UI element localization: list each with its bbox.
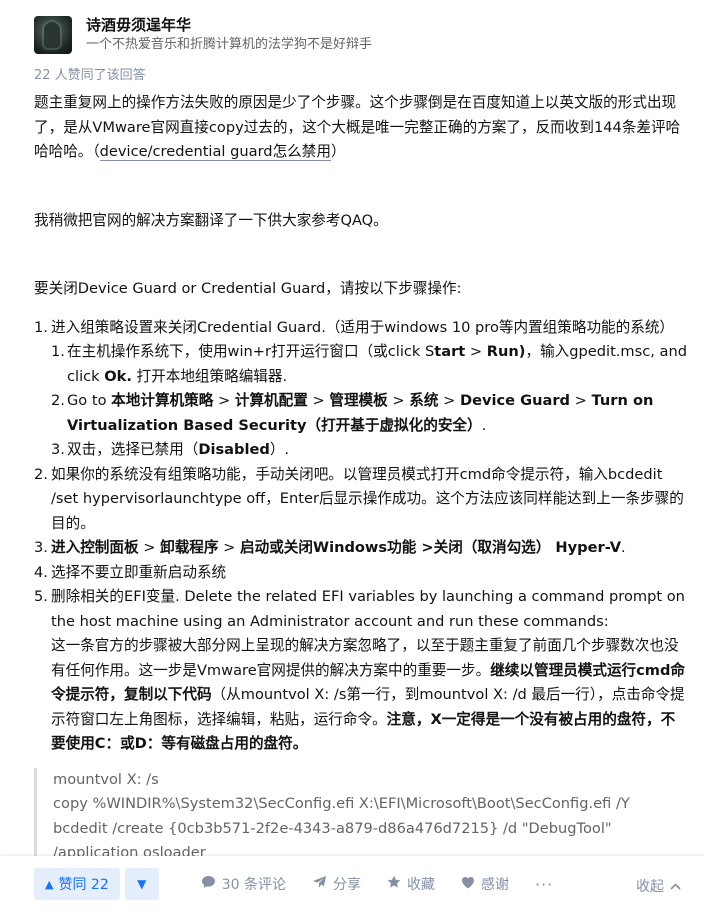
- author-info: 诗酒毋须逞年华 一个不热爱音乐和折腾计算机的法学狗不是好辩手: [86, 16, 372, 54]
- author-name[interactable]: 诗酒毋须逞年华: [86, 16, 372, 35]
- share-button[interactable]: 分享: [312, 874, 361, 894]
- steps-list: 1. 进入组策略设置来关闭Credential Guard.（适用于window…: [34, 316, 688, 757]
- author-header: 诗酒毋须逞年华 一个不热爱音乐和折腾计算机的法学狗不是好辩手: [34, 16, 372, 54]
- code-line: mountvol X: /s: [53, 771, 159, 788]
- step-4: 4. 选择不要立即重新启动系统: [34, 563, 227, 581]
- avatar[interactable]: [34, 16, 72, 54]
- heart-icon: [461, 876, 475, 893]
- comments-button[interactable]: 30 条评论: [201, 874, 286, 894]
- triangle-down-icon: ▼: [137, 877, 147, 891]
- thanks-label: 感谢: [481, 877, 509, 893]
- favorite-button[interactable]: 收藏: [387, 874, 435, 894]
- more-options-icon[interactable]: ···: [535, 875, 553, 894]
- step-5: 5. 删除相关的EFI变量. Delete the related EFI va…: [34, 588, 686, 752]
- substep-2: 2. Go to 本地计算机策略 > 计算机配置 > 管理模板 > 系统 > D…: [51, 392, 654, 434]
- comment-bubble-icon: [201, 875, 216, 893]
- chevron-up-icon: [670, 879, 681, 893]
- upvote-count-note: 22 人赞同了该回答: [34, 68, 146, 83]
- author-bio: 一个不热爱音乐和折腾计算机的法学狗不是好辩手: [86, 37, 373, 52]
- share-label: 分享: [333, 877, 361, 893]
- code-line: bcdedit /create {0cb3b571-2f2e-4343-a879…: [53, 819, 612, 837]
- step-2: 2. 如果你的系统没有组策略功能，手动关闭吧。以管理员模式打开cmd命令提示符，…: [34, 465, 684, 532]
- step-1: 1. 进入组策略设置来关闭Credential Guard.（适用于window…: [34, 318, 675, 336]
- paper-plane-icon: [312, 875, 327, 893]
- paragraph-translation-note: 我稍微把官网的解决方案翻译了一下供大家参考QAQ。: [34, 211, 388, 229]
- substep-3: 3. 双击，选择已禁用（Disabled）.: [51, 441, 290, 458]
- star-icon: [387, 875, 401, 893]
- answer-content: 题主重复网上的操作方法失败的原因是少了个步骤。这个步骤倒是在百度知道上以英文版的…: [34, 91, 688, 757]
- paragraph-steps-intro: 要关闭Device Guard or Credential Guard，请按以下…: [34, 280, 462, 297]
- thanks-button[interactable]: 感谢: [461, 874, 509, 894]
- code-line: copy %WINDIR%\System32\SecConfig.efi X:\…: [53, 795, 630, 813]
- upvote-label: 赞同 22: [58, 877, 109, 893]
- answer-action-bar: ▲ 赞同 22 ▼ 30 条评论 分享 收藏 感谢 ··· 收起: [0, 856, 705, 912]
- favorite-label: 收藏: [407, 877, 435, 893]
- downvote-button[interactable]: ▼: [124, 868, 159, 900]
- substep-1: 1. 在主机操作系统下，使用win+r打开运行窗口（或click Start >…: [51, 343, 688, 385]
- comments-label: 30 条评论: [221, 877, 286, 893]
- collapse-label: 收起: [636, 879, 664, 895]
- triangle-up-icon: ▲: [45, 877, 54, 891]
- collapse-button[interactable]: 收起: [636, 876, 681, 896]
- credential-guard-link[interactable]: device/credential guard怎么禁用: [99, 143, 331, 161]
- step-3: 3. 进入控制面板 > 卸载程序 > 启动或关闭Windows功能 >关闭（取消…: [34, 539, 626, 556]
- paragraph-intro: 题主重复网上的操作方法失败的原因是少了个步骤。这个步骤倒是在百度知道上以英文版的…: [34, 94, 681, 161]
- code-block: mountvol X: /s copy %WINDIR%\System32\Se…: [34, 768, 674, 866]
- step-1-substeps: 1. 在主机操作系统下，使用win+r打开运行窗口（或click Start >…: [34, 340, 688, 463]
- upvote-button[interactable]: ▲ 赞同 22: [34, 868, 120, 900]
